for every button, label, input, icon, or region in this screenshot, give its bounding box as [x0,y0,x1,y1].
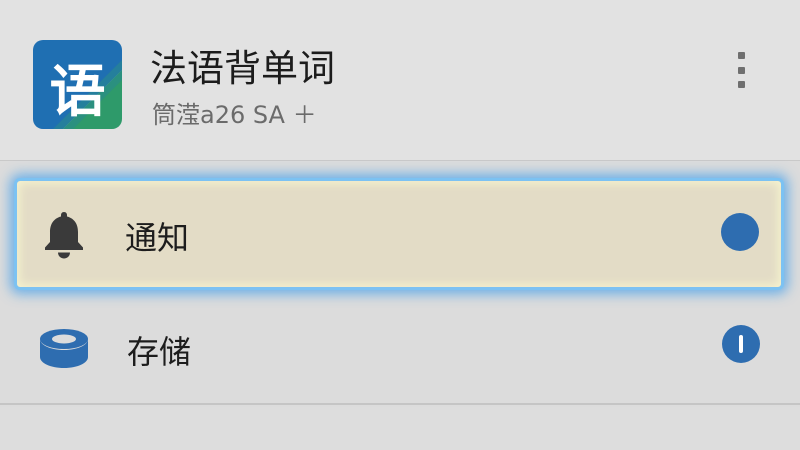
app-logo-char: 语 [49,60,106,125]
info-icon [722,325,760,363]
app-subtitle: 筒滢a26 SA ＋ [152,101,317,129]
settings-item-storage[interactable]: 存储 [0,295,800,405]
info-bar [739,335,743,353]
settings-list: 通知 存储 [0,160,800,450]
storage-icon [38,327,90,375]
app-title: 法语背单词 [150,47,335,90]
more-vertical-icon[interactable] [728,48,754,92]
bell-icon [41,209,87,263]
menu-dot [737,66,745,74]
app-header: 语 法语背单词 筒滢a26 SA ＋ [0,0,800,161]
menu-dot [737,52,745,59]
settings-item-notifications[interactable]: 通知 [14,178,784,290]
settings-item-label: 通知 [125,219,190,257]
settings-item-label: 存储 [127,333,192,371]
menu-dot [737,81,745,88]
dot-indicator-icon [721,213,759,251]
settings-item-next[interactable] [0,407,800,450]
app-logo-icon: 语 [33,40,122,129]
